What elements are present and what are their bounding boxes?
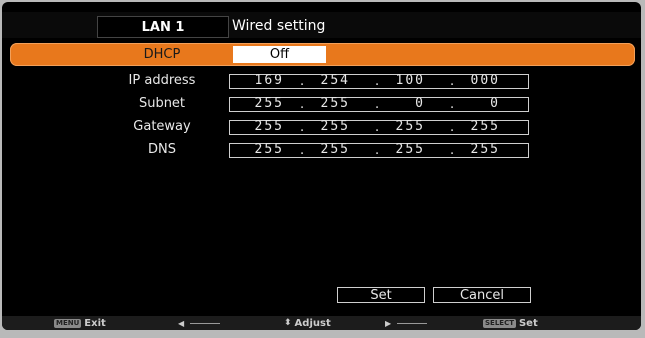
ip-octet-4[interactable]: 000: [446, 73, 500, 88]
ip-octet-3[interactable]: 100: [371, 73, 425, 88]
dhcp-label: DHCP: [143, 47, 181, 62]
subnet-label: Subnet: [138, 96, 186, 111]
dash-line: [190, 322, 221, 324]
subnet-octet-3[interactable]: 0: [371, 96, 425, 111]
dns-octet-3[interactable]: 255: [371, 142, 425, 157]
dns-label: DNS: [148, 142, 176, 157]
footer-exit: MENU Exit: [54, 317, 106, 329]
gateway-octet-1[interactable]: 255: [230, 119, 284, 134]
cancel-button[interactable]: Cancel: [433, 287, 531, 303]
menu-key-icon: MENU: [54, 318, 82, 328]
set-label: Set: [518, 317, 538, 329]
left-arrow-icon: ◀: [178, 318, 185, 328]
ip-octet-2[interactable]: 254: [296, 73, 350, 88]
page-title: Wired setting: [232, 18, 326, 34]
tab-lan1[interactable]: LAN 1: [97, 16, 229, 38]
footer-right: ▶: [385, 317, 428, 329]
footer-adjust: ⬍ Adjust: [284, 317, 331, 329]
subnet-octet-1[interactable]: 255: [230, 96, 284, 111]
ip-address-label: IP address: [128, 73, 196, 88]
dns-octet-1[interactable]: 255: [230, 142, 284, 157]
footer-set: SELECT Set: [483, 317, 538, 329]
gateway-octet-3[interactable]: 255: [371, 119, 425, 134]
dns-octet-4[interactable]: 255: [446, 142, 500, 157]
dash-line: [397, 322, 428, 324]
subnet-octet-2[interactable]: 255: [296, 96, 350, 111]
gateway-octet-4[interactable]: 255: [446, 119, 500, 134]
dns-octet-2[interactable]: 255: [296, 142, 350, 157]
up-down-icon: ⬍: [284, 318, 292, 328]
settings-screen: LAN 1 Wired setting DHCP Off IP address …: [2, 2, 641, 330]
dhcp-value[interactable]: Off: [233, 46, 326, 63]
subnet-octet-4[interactable]: 0: [446, 96, 500, 111]
exit-label: Exit: [84, 317, 106, 329]
gateway-octet-2[interactable]: 255: [296, 119, 350, 134]
dns-field[interactable]: 255 . 255 . 255 . 255: [229, 142, 529, 158]
select-key-icon: SELECT: [483, 318, 516, 328]
adjust-label: Adjust: [294, 317, 331, 329]
subnet-field[interactable]: 255 . 255 . 0 . 0: [229, 96, 529, 112]
gateway-label: Gateway: [133, 119, 191, 134]
set-button[interactable]: Set: [337, 287, 425, 303]
dhcp-row[interactable]: DHCP Off: [10, 43, 635, 66]
gateway-field[interactable]: 255 . 255 . 255 . 255: [229, 119, 529, 135]
footer-left: ◀: [178, 317, 221, 329]
right-arrow-icon: ▶: [385, 318, 392, 328]
ip-octet-1[interactable]: 169: [230, 73, 284, 88]
ip-address-field[interactable]: 169 . 254 . 100 . 000: [229, 73, 529, 89]
footer-bar: MENU Exit ◀ ⬍ Adjust ▶ SELECT Set: [2, 316, 641, 330]
